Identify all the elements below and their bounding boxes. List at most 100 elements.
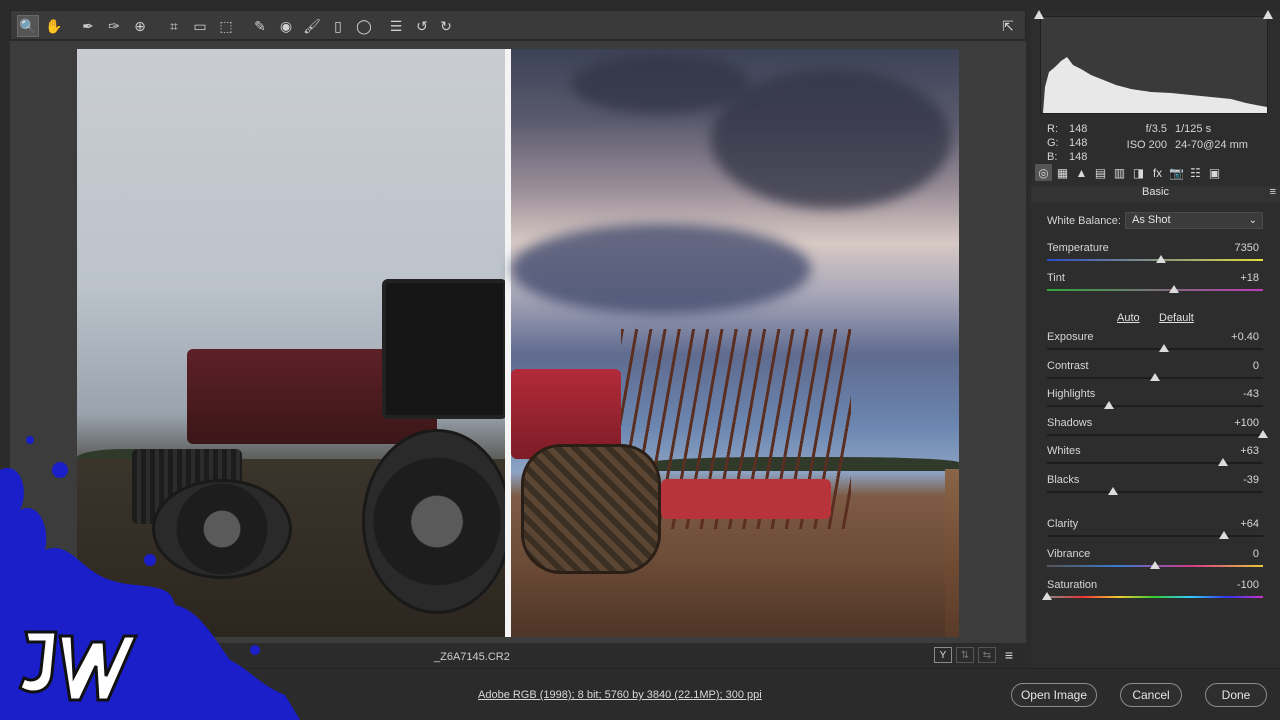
slider-track[interactable] <box>1047 596 1263 598</box>
level-icon[interactable]: ▭ <box>189 15 211 37</box>
highlight-clipping-warning-icon[interactable] <box>1263 10 1273 19</box>
slider-thumb[interactable] <box>1156 255 1167 263</box>
tint-slider[interactable]: Tint +18 <box>1047 272 1263 300</box>
temperature-value[interactable]: 7350 <box>1235 242 1259 254</box>
eye-icon[interactable]: ◉ <box>275 15 297 37</box>
magnifier-icon[interactable]: 🔍 <box>17 15 39 37</box>
swap-settings-icon[interactable]: ⇅ <box>956 647 974 663</box>
auto-link[interactable]: Auto <box>1117 312 1140 324</box>
workflow-options-link[interactable]: Adobe RGB (1998); 8 bit; 5760 by 3840 (2… <box>478 689 762 701</box>
slider-track[interactable] <box>1047 535 1263 537</box>
blacks-value[interactable]: -39 <box>1243 474 1259 486</box>
before-after-view-icon[interactable]: Y <box>934 647 952 663</box>
detail-tab-icon[interactable]: ▲ <box>1073 164 1090 181</box>
copy-settings-icon[interactable]: ⇆ <box>978 647 996 663</box>
slider-thumb[interactable] <box>1218 458 1229 466</box>
slider-track[interactable] <box>1047 405 1263 407</box>
preview-canvas[interactable] <box>10 41 1026 643</box>
done-button[interactable]: Done <box>1205 683 1267 707</box>
slider-thumb[interactable] <box>1158 344 1169 352</box>
slider-thumb[interactable] <box>1042 592 1052 600</box>
preview-preferences-icon[interactable]: ≡ <box>1000 647 1018 663</box>
whites-slider[interactable]: Whites +63 <box>1047 445 1263 473</box>
cloud <box>571 54 751 114</box>
whites-label: Whites <box>1047 445 1081 457</box>
rotate-right-icon[interactable]: ↻ <box>435 15 457 37</box>
slider-track[interactable] <box>1047 348 1263 350</box>
whites-value[interactable]: +63 <box>1240 445 1259 457</box>
view-controls: Y ⇅ ⇆ ≡ <box>934 647 1018 663</box>
slider-thumb[interactable] <box>1103 401 1114 409</box>
clarity-value[interactable]: +64 <box>1240 518 1259 530</box>
snapshots-tab-icon[interactable]: ▣ <box>1206 164 1223 181</box>
lens-corrections-tab-icon[interactable]: ◨ <box>1130 164 1147 181</box>
split-toning-tab-icon[interactable]: ▥ <box>1111 164 1128 181</box>
cloud <box>511 224 811 314</box>
crop-icon[interactable]: ⌗ <box>163 15 185 37</box>
rotate-left-icon[interactable]: ↺ <box>411 15 433 37</box>
slider-track[interactable] <box>1047 259 1263 261</box>
blacks-slider[interactable]: Blacks -39 <box>1047 474 1263 502</box>
slider-thumb[interactable] <box>1169 285 1180 293</box>
shadows-label: Shadows <box>1047 417 1093 429</box>
highlights-slider[interactable]: Highlights -43 <box>1047 388 1263 416</box>
panel-section-title: Basic ≡ <box>1031 186 1280 202</box>
slider-thumb[interactable] <box>1219 531 1230 539</box>
exposure-value[interactable]: +0.40 <box>1231 331 1259 343</box>
panel-menu-icon[interactable]: ≡ <box>1270 186 1276 198</box>
temperature-label: Temperature <box>1047 242 1109 254</box>
panel-tabs: ◎ ▦ ▲ ▤ ▥ ◨ fx 📷 ☷ ▣ <box>1031 164 1280 184</box>
exposure-slider[interactable]: Exposure +0.40 <box>1047 331 1263 359</box>
tractor-rear-wheel <box>362 429 512 614</box>
white-balance-select[interactable]: As Shot ⌄ <box>1125 212 1263 229</box>
effects-tab-icon[interactable]: fx <box>1149 164 1166 181</box>
hsl-tab-icon[interactable]: ▤ <box>1092 164 1109 181</box>
tone-curve-tab-icon[interactable]: ▦ <box>1054 164 1071 181</box>
presets-tab-icon[interactable]: ☷ <box>1187 164 1204 181</box>
transform-icon[interactable]: ⬚ <box>215 15 237 37</box>
highlights-value[interactable]: -43 <box>1243 388 1259 400</box>
temperature-slider[interactable]: Temperature 7350 <box>1047 242 1263 270</box>
gradient-icon[interactable]: ▯ <box>327 15 349 37</box>
exposure-label: Exposure <box>1047 331 1094 343</box>
fullscreen-toggle-icon[interactable]: ⇱ <box>997 15 1019 37</box>
basic-tab-icon[interactable]: ◎ <box>1035 164 1052 181</box>
clarity-slider[interactable]: Clarity +64 <box>1047 518 1263 546</box>
saturation-slider[interactable]: Saturation -100 <box>1042 579 1263 607</box>
hand-icon[interactable]: ✋ <box>43 15 65 37</box>
shadows-value[interactable]: +100 <box>1234 417 1259 429</box>
contrast-slider[interactable]: Contrast 0 <box>1047 360 1263 388</box>
slider-track[interactable] <box>1047 434 1263 436</box>
slider-thumb[interactable] <box>1150 373 1160 381</box>
iso: ISO 200 <box>1126 139 1167 151</box>
slider-thumb[interactable] <box>1150 561 1160 569</box>
vibrance-slider[interactable]: Vibrance 0 <box>1047 548 1263 576</box>
open-image-button[interactable]: Open Image <box>1011 683 1097 707</box>
slider-track[interactable] <box>1047 289 1263 291</box>
cancel-button[interactable]: Cancel <box>1120 683 1182 707</box>
vibrance-value[interactable]: 0 <box>1253 548 1259 560</box>
contrast-value[interactable]: 0 <box>1253 360 1259 372</box>
tractor-cab <box>382 279 507 419</box>
eyedropper-icon[interactable]: ✒ <box>77 15 99 37</box>
default-link[interactable]: Default <box>1159 312 1194 324</box>
image-filename: _Z6A7145.CR2 <box>434 651 510 663</box>
brush-heal-icon[interactable]: ✎ <box>249 15 271 37</box>
slider-track[interactable] <box>1047 491 1263 493</box>
highlights-label: Highlights <box>1047 388 1096 400</box>
clarity-label: Clarity <box>1047 518 1079 530</box>
lens: 24-70@24 mm <box>1175 139 1248 151</box>
brush-icon[interactable]: 🖌 <box>301 15 323 37</box>
list-icon[interactable]: ☰ <box>385 15 407 37</box>
ellipse-icon[interactable]: ◯ <box>353 15 375 37</box>
tint-value[interactable]: +18 <box>1240 272 1259 284</box>
shadows-slider[interactable]: Shadows +100 <box>1047 417 1268 445</box>
shadow-clipping-warning-icon[interactable] <box>1034 10 1044 19</box>
camera-calibration-tab-icon[interactable]: 📷 <box>1168 164 1185 181</box>
target-icon[interactable]: ⊕ <box>129 15 151 37</box>
color-sampler-icon[interactable]: ✑ <box>103 15 125 37</box>
slider-thumb[interactable] <box>1107 487 1118 495</box>
saturation-value[interactable]: -100 <box>1237 579 1259 591</box>
slider-thumb[interactable] <box>1258 430 1268 438</box>
slider-track[interactable] <box>1047 462 1263 464</box>
